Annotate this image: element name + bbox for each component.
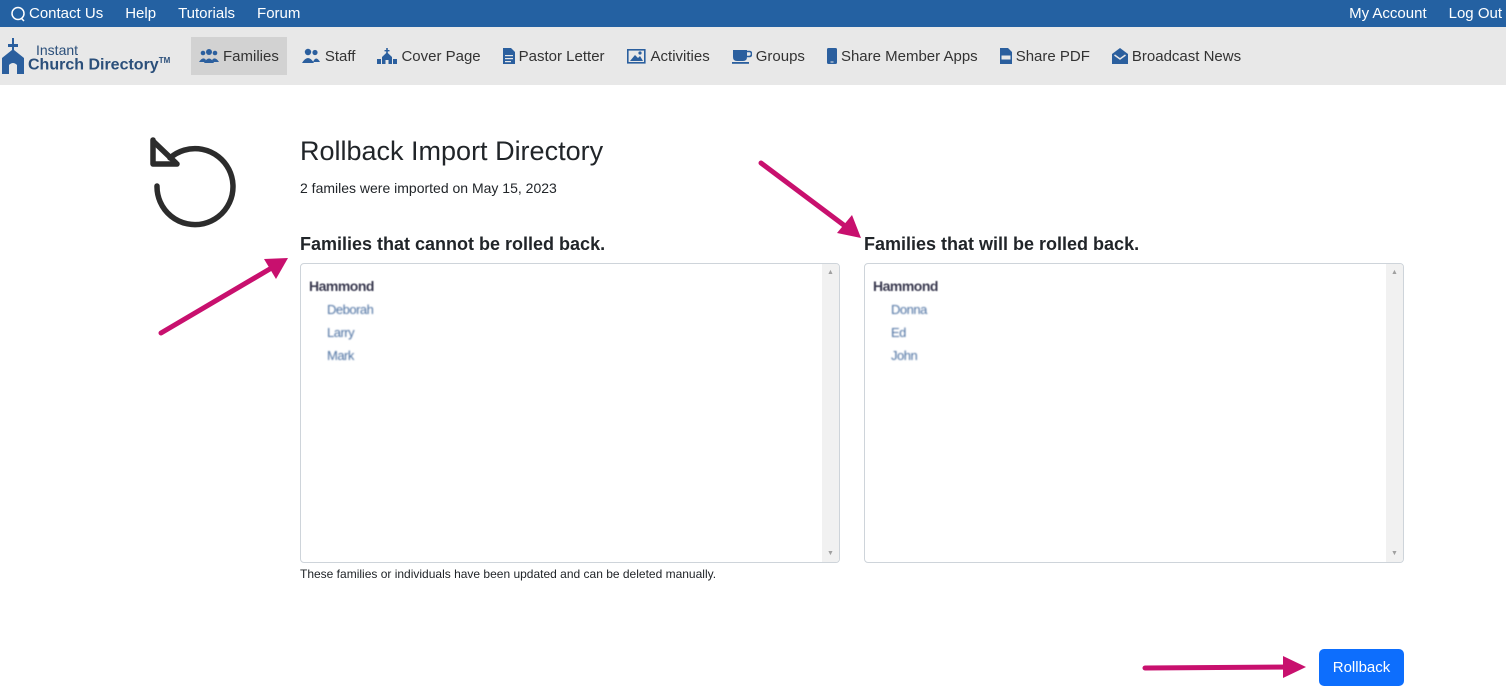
scrollbar[interactable]: ▲ ▼ [1386,264,1403,562]
nav-broadcast-news[interactable]: Broadcast News [1104,37,1249,75]
main-nav: Instant Church DirectoryTM Families Staf… [0,27,1506,85]
families-icon [199,49,219,63]
arrow-icon [1142,664,1299,671]
contact-us-link[interactable]: Contact Us [10,5,103,22]
nav-share-member-apps[interactable]: Share Member Apps [819,37,986,75]
scrollbar[interactable]: ▲ ▼ [822,264,839,562]
cannot-rollback-list[interactable]: Hammond Deborah Larry Mark ▲ ▼ [300,263,840,563]
tutorials-link[interactable]: Tutorials [178,5,235,22]
nav-activities[interactable]: Activities [619,37,718,75]
family-name: Hammond [309,278,374,294]
nav-pastor-letter[interactable]: Pastor Letter [495,37,613,75]
member-name: Donna [891,302,927,317]
member-name: John [891,348,918,363]
logo[interactable]: Instant Church DirectoryTM [0,36,180,76]
member-name: Ed [891,325,906,340]
member-name: Mark [327,348,354,363]
cannot-rollback-heading: Families that cannot be rolled back. [300,234,606,254]
forum-link[interactable]: Forum [257,5,300,22]
page-title: Rollback Import Directory [300,136,604,166]
arrow-icon [158,260,283,336]
family-name: Hammond [873,278,938,294]
top-bar: Contact Us Help Tutorials Forum My Accou… [0,0,1506,27]
rollback-button[interactable]: Rollback [1319,649,1404,686]
import-summary: 2 familes were imported on May 15, 2023 [300,180,557,196]
chat-bubble-icon [11,6,25,22]
church-icon [377,48,398,64]
log-out-link[interactable]: Log Out [1449,5,1502,22]
scroll-up-arrow-icon[interactable]: ▲ [1386,264,1403,281]
my-account-link[interactable]: My Account [1349,5,1427,22]
member-name: Larry [327,325,355,340]
scroll-up-arrow-icon[interactable]: ▲ [822,264,839,281]
photos-icon [626,48,646,64]
arrow-icon [758,160,856,235]
will-rollback-list[interactable]: Hammond Donna Ed John ▲ ▼ [864,263,1404,563]
mobile-icon [826,48,837,64]
document-icon [502,48,515,64]
staff-icon [301,48,320,63]
coffee-cup-icon [731,50,752,64]
rollback-icon [150,137,236,228]
will-rollback-heading: Families that will be rolled back. [864,234,1140,254]
nav-families[interactable]: Families [191,37,287,75]
nav-cover-page[interactable]: Cover Page [369,37,488,75]
envelope-open-icon [1111,48,1128,64]
nav-share-pdf[interactable]: Share PDF [992,37,1098,75]
scroll-down-arrow-icon[interactable]: ▼ [822,545,839,562]
nav-groups[interactable]: Groups [724,37,813,75]
nav-staff[interactable]: Staff [293,37,364,75]
church-logo-icon [2,38,24,74]
member-name: Deborah [327,302,374,317]
scroll-down-arrow-icon[interactable]: ▼ [1386,545,1403,562]
help-link[interactable]: Help [125,5,156,22]
pdf-file-icon [999,48,1012,64]
manual-delete-note: These families or individuals have been … [300,567,717,581]
